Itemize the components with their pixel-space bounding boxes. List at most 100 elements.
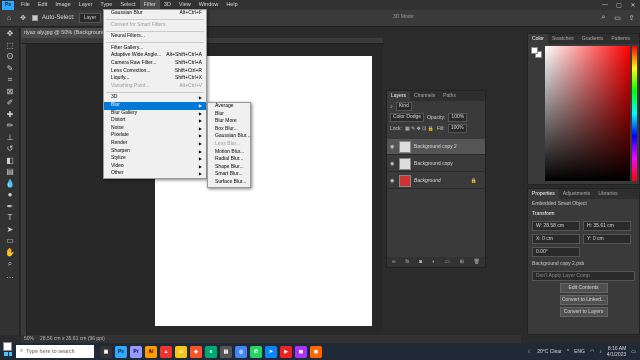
edit-contents-button[interactable]: Edit Contents	[559, 283, 608, 293]
layer-name[interactable]: Background	[414, 178, 441, 184]
blur-tool-icon[interactable]: 💧	[0, 178, 20, 190]
edge-browser-icon[interactable]: e	[205, 345, 217, 358]
menu-item-distort[interactable]: Distort ▶	[104, 117, 206, 125]
y-field[interactable]: Y: 0 cm	[583, 234, 631, 244]
taskbar-search[interactable]: ⌕ Type here to search	[16, 345, 94, 358]
panel-fg-bg-swatch[interactable]	[531, 47, 543, 59]
more-tools-icon[interactable]: …	[0, 270, 20, 282]
color-picker-field[interactable]	[545, 46, 630, 181]
menu-item-video[interactable]: Video ▶	[104, 163, 206, 171]
lock-icons[interactable]: ▦ ✎ ✥ ⊡ 🔒	[405, 126, 434, 132]
eye-icon[interactable]: ◉	[390, 161, 396, 167]
menu-item-sharpen[interactable]: Sharpen ▶	[104, 148, 206, 156]
foreground-color[interactable]	[3, 342, 12, 351]
menu-file[interactable]: File	[17, 0, 34, 10]
wifi-icon[interactable]: ◠	[590, 349, 594, 355]
marquee-tool-icon[interactable]: ⬚	[0, 40, 20, 52]
illustrator-taskbar-icon[interactable]: Ai	[145, 345, 157, 358]
document-tab[interactable]: riyaz aly.jpg @ 50% (Background	[21, 28, 111, 38]
angle-field[interactable]: 0.00°	[532, 247, 580, 257]
eye-icon[interactable]: ◉	[390, 178, 396, 184]
frame-tool-icon[interactable]: ⊠	[0, 86, 20, 98]
new-layer-icon[interactable]: ⊞	[460, 259, 464, 265]
minimize-icon[interactable]: —	[598, 0, 612, 10]
auto-select-checkbox[interactable]	[32, 15, 38, 21]
crop-tool-icon[interactable]: ⌗	[0, 74, 20, 86]
quick-select-tool-icon[interactable]: ✎	[0, 63, 20, 75]
hue-slider[interactable]	[632, 46, 637, 181]
menu-layer[interactable]: Layer	[75, 0, 97, 10]
menu-item-3d[interactable]: 3D ▶	[104, 94, 206, 102]
tab-adjustments[interactable]: Adjustments	[559, 189, 595, 199]
tab-patterns[interactable]: Patterns	[607, 34, 634, 44]
close-icon[interactable]: ✕	[626, 0, 640, 10]
tab-properties[interactable]: Properties	[528, 189, 559, 199]
task-view-icon[interactable]: ▣	[100, 345, 112, 358]
layer-row[interactable]: ◉ Background copy	[387, 156, 485, 172]
x-field[interactable]: X: 0 cm	[532, 234, 580, 244]
menu-image[interactable]: Image	[51, 0, 74, 10]
brush-tool-icon[interactable]: ✏	[0, 120, 20, 132]
auto-select-dropdown[interactable]: Layer	[78, 13, 102, 23]
opacity-field[interactable]: 100%	[448, 113, 468, 122]
link-icon[interactable]: ∞	[392, 259, 396, 265]
workspace-icon[interactable]: ▭	[613, 13, 622, 22]
weather-text[interactable]: 20°C Clear	[537, 349, 562, 355]
menu-item-noise[interactable]: Noise ▶	[104, 125, 206, 133]
zoom-tool-icon[interactable]: ⌕	[0, 258, 20, 270]
menu-edit[interactable]: Edit	[34, 0, 51, 10]
tab-layers[interactable]: Layers	[387, 91, 411, 101]
move-tool-icon[interactable]: ✥	[0, 28, 20, 40]
menu-item-adaptive-wide-angle[interactable]: Adaptive Wide Angle... Alt+Shift+Ctrl+A	[104, 52, 206, 60]
maximize-icon[interactable]: ▢	[612, 0, 626, 10]
menu-item-neural-filters[interactable]: Neural Filters...	[104, 33, 206, 41]
menu-item-lens-correction[interactable]: Lens Correction... Shift+Ctrl+R	[104, 68, 206, 76]
tab-channels[interactable]: Channels	[410, 91, 439, 101]
tray-arrow-icon[interactable]: ^	[567, 349, 569, 355]
menu-item-pixelate[interactable]: Pixelate ▶	[104, 132, 206, 140]
convert-to-linked-button[interactable]: Convert to Linked...	[559, 295, 608, 305]
purple-app-icon[interactable]: ◼	[295, 345, 307, 358]
blur-item-radial-blur[interactable]: Radial Blur...	[208, 156, 250, 164]
menu-item-render[interactable]: Render ▶	[104, 140, 206, 148]
tab-gradients[interactable]: Gradients	[578, 34, 608, 44]
menu-item-blur[interactable]: Blur ▶	[104, 101, 206, 110]
blur-item-average[interactable]: Average	[208, 103, 250, 111]
chrome-icon[interactable]: ◎	[235, 345, 247, 358]
menu-item-blur-gallery[interactable]: Blur Gallery ▶	[104, 110, 206, 118]
telegram-icon[interactable]: ➤	[265, 345, 277, 358]
language-indicator[interactable]: ENG	[574, 349, 585, 355]
tab-paths[interactable]: Paths	[439, 91, 460, 101]
brave-browser-icon[interactable]: ◆	[190, 345, 202, 358]
blur-item-smart-blur[interactable]: Smart Blur...	[208, 171, 250, 179]
fill-field[interactable]: 100%	[447, 124, 467, 133]
mask-icon[interactable]: ◙	[419, 259, 422, 265]
photoshop-taskbar-icon[interactable]: Ps	[115, 345, 127, 358]
layer-name[interactable]: Background copy	[414, 161, 453, 167]
volume-icon[interactable]: ♪	[599, 349, 602, 355]
blur-item-blur-more[interactable]: Blur More	[208, 118, 250, 126]
tab-libraries[interactable]: Libraries	[594, 189, 621, 199]
menu-item-liquify[interactable]: Liquify... Shift+Ctrl+X	[104, 75, 206, 83]
menu-item-camera-raw[interactable]: Camera Raw Filter... Shift+Ctrl+A	[104, 60, 206, 68]
layer-row[interactable]: ◉ Background copy 2	[387, 139, 485, 155]
type-tool-icon[interactable]: T	[0, 212, 20, 224]
notification-icon[interactable]: ▭	[631, 349, 636, 355]
share-icon[interactable]: ⇪	[627, 13, 636, 22]
eraser-tool-icon[interactable]: ◧	[0, 155, 20, 167]
folder-icon[interactable]: ▭	[445, 259, 450, 265]
dodge-tool-icon[interactable]: ●	[0, 189, 20, 201]
layer-comp-select[interactable]: Don't Apply Layer Comp	[532, 271, 635, 281]
menu-item-filter-gallery[interactable]: Filter Gallery...	[104, 45, 206, 53]
convert-to-layers-button[interactable]: Convert to Layers	[559, 307, 608, 317]
search-icon[interactable]: ⌕	[599, 13, 608, 22]
menu-item-stylize[interactable]: Stylize ▶	[104, 155, 206, 163]
home-icon[interactable]: ⌂	[4, 13, 14, 23]
blur-item-surface-blur[interactable]: Surface Blur...	[208, 179, 250, 187]
clone-stamp-icon[interactable]: ⊥	[0, 132, 20, 144]
blur-item-motion-blur[interactable]: Motion Blur...	[208, 149, 250, 157]
adjustment-icon[interactable]: ◐	[432, 259, 435, 265]
blur-item-blur[interactable]: Blur	[208, 111, 250, 119]
video-app-icon[interactable]: ▶	[280, 345, 292, 358]
menu-item-other[interactable]: Other ▶	[104, 170, 206, 178]
